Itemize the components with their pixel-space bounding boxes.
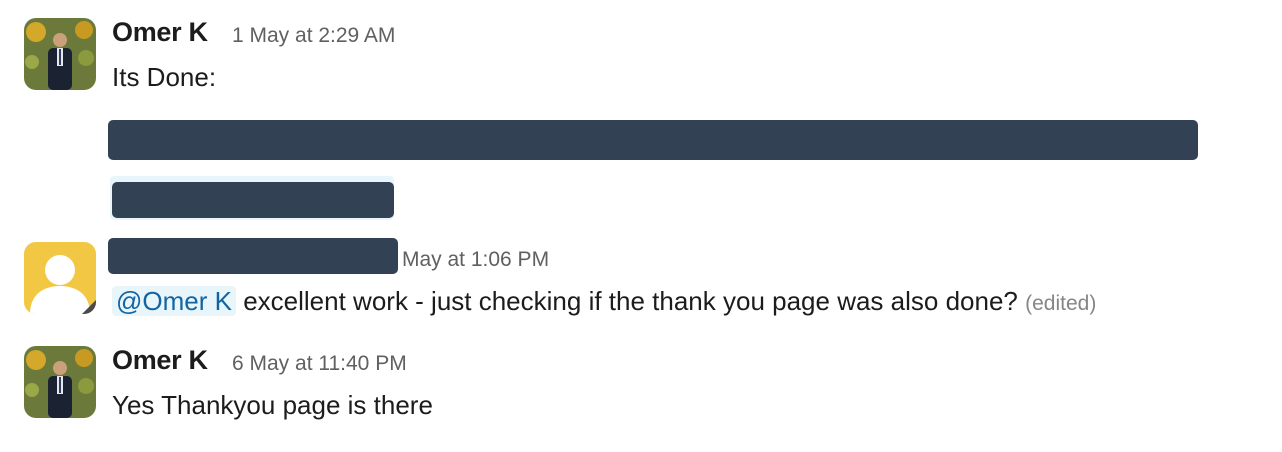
- user-avatar[interactable]: [24, 18, 96, 90]
- edited-label: (edited): [1025, 292, 1097, 315]
- user-avatar[interactable]: [24, 242, 96, 314]
- message-text: excellent work - just checking if the th…: [243, 286, 1018, 316]
- author-name[interactable]: Omer K: [112, 345, 208, 376]
- user-avatar[interactable]: [24, 346, 96, 418]
- redacted-block: [108, 120, 1198, 160]
- timestamp[interactable]: 1 May at 2:29 AM: [232, 24, 395, 48]
- timestamp[interactable]: May at 1:06 PM: [402, 248, 549, 272]
- timestamp[interactable]: 6 May at 11:40 PM: [232, 352, 407, 376]
- message-text: Yes Thankyou page is there: [112, 390, 433, 420]
- message-text: Its Done:: [112, 62, 217, 92]
- default-user-avatar-icon: [24, 242, 96, 314]
- author-name[interactable]: Omer K: [112, 17, 208, 48]
- user-mention[interactable]: @Omer K: [112, 286, 236, 316]
- photo-avatar-icon: [24, 18, 96, 90]
- redacted-link: [112, 182, 394, 218]
- redacted-author-name: [108, 238, 398, 274]
- message-text-row: @Omer K excellent work - just checking i…: [112, 286, 1096, 317]
- photo-avatar-icon: [24, 346, 96, 418]
